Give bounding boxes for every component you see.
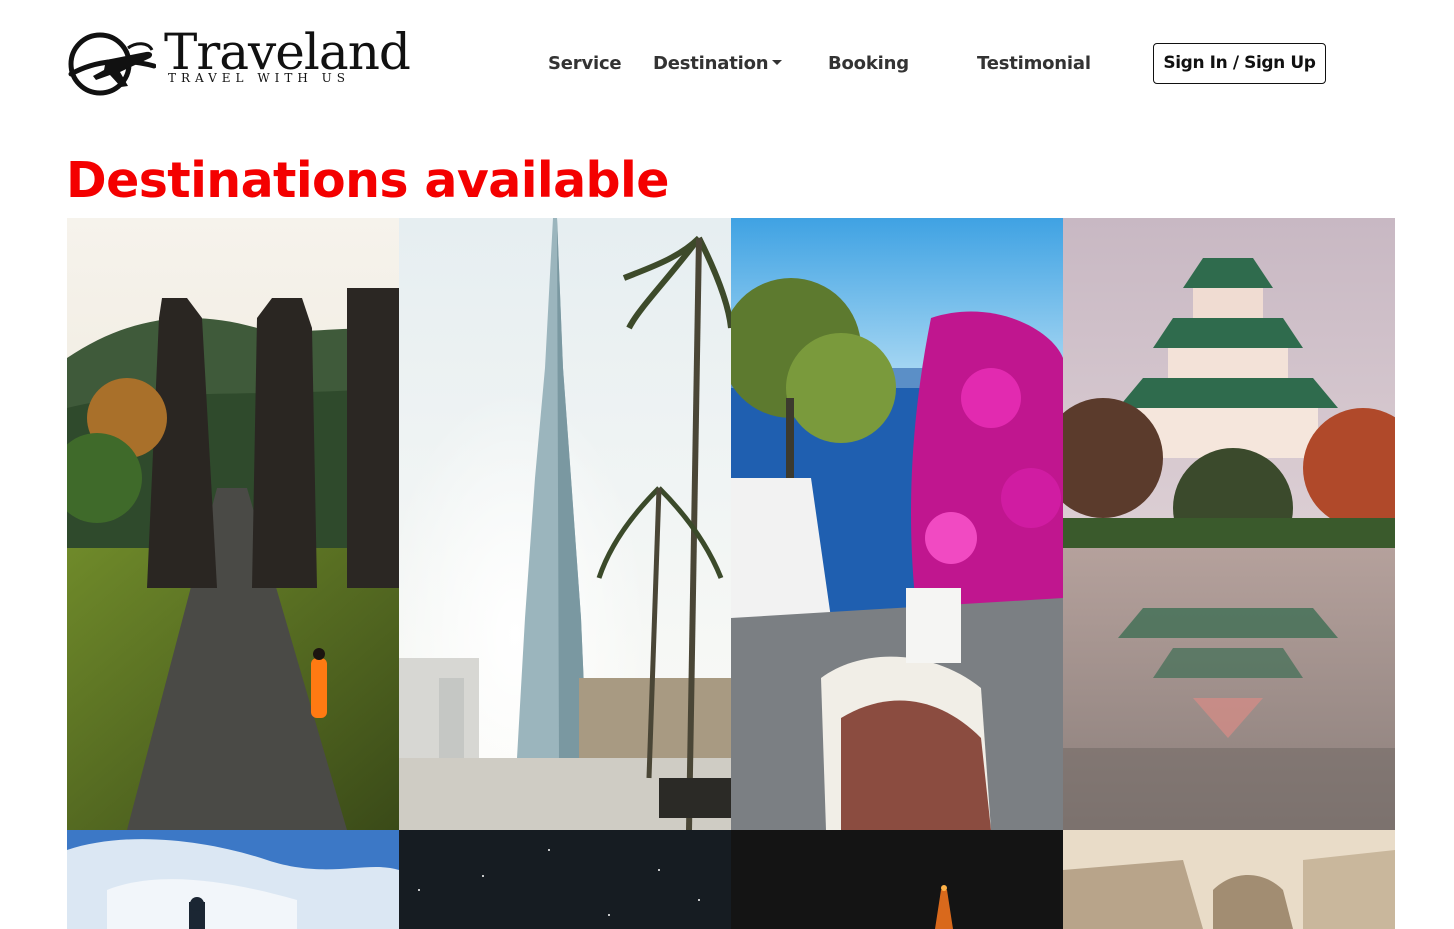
- nav-testimonial-link[interactable]: Testimonial: [977, 51, 1091, 77]
- destination-tile-5[interactable]: [67, 830, 399, 929]
- baroque-statue-photo: [1063, 830, 1395, 929]
- destination-tile-bali[interactable]: [67, 218, 399, 830]
- destinations-gallery: [67, 218, 1395, 929]
- skyscraper-palms-photo: [399, 218, 731, 830]
- nav-destination-dropdown[interactable]: Destination: [653, 51, 783, 77]
- destination-tile-dubai[interactable]: [399, 218, 731, 830]
- nav-service-link[interactable]: Service: [548, 51, 622, 77]
- nav-destination-label: Destination: [653, 53, 769, 74]
- temple-gate-path-photo: [67, 218, 399, 830]
- nav-booking-link[interactable]: Booking: [828, 51, 909, 77]
- section-title: Destinations available: [66, 152, 669, 209]
- signin-signup-button[interactable]: Sign In / Sign Up: [1153, 43, 1326, 84]
- destination-tile-7[interactable]: [731, 830, 1063, 929]
- destination-tile-osaka[interactable]: [1063, 218, 1395, 830]
- caret-down-icon: [772, 59, 783, 65]
- destination-tile-6[interactable]: [399, 830, 731, 929]
- seaside-bougainvillea-photo: [731, 218, 1063, 830]
- brand-tagline: TRAVEL WITH US: [168, 71, 351, 85]
- navbar: Traveland TRAVEL WITH US Service Destina…: [0, 0, 1454, 128]
- destination-tile-santorini[interactable]: [731, 218, 1063, 830]
- starry-night-photo: [399, 830, 731, 929]
- blue-sky-tower-photo: [67, 830, 399, 929]
- castle-reflection-photo: [1063, 218, 1395, 830]
- airplane-globe-icon: [68, 32, 156, 96]
- brand-logo-link[interactable]: Traveland TRAVEL WITH US: [66, 24, 411, 98]
- night-tower-photo: [731, 830, 1063, 929]
- destination-tile-8[interactable]: [1063, 830, 1395, 929]
